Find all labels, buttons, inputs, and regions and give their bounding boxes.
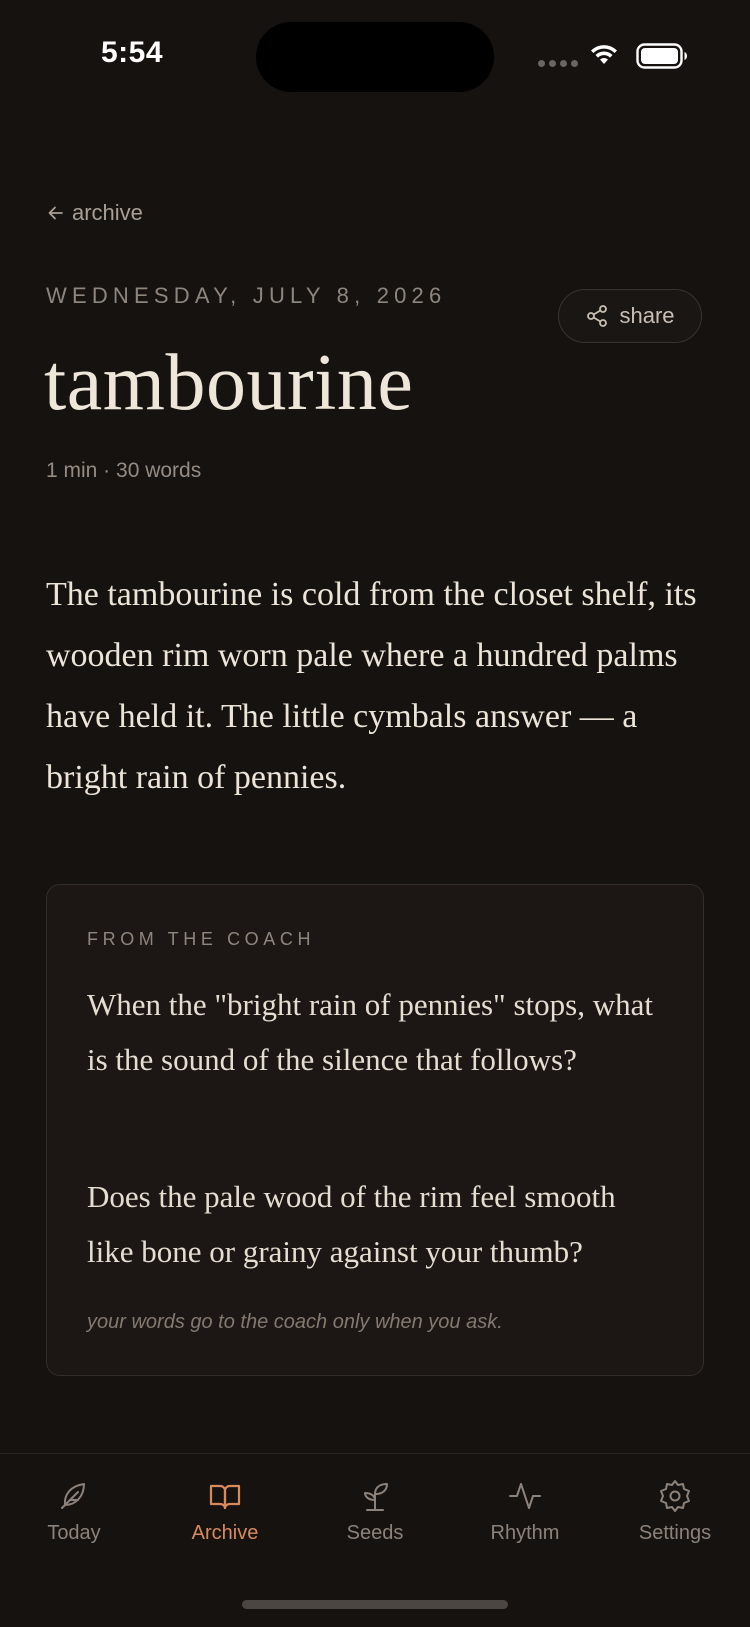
tab-label: Rhythm bbox=[490, 1522, 560, 1544]
pulse-icon bbox=[509, 1483, 541, 1509]
back-link-label: archive bbox=[72, 200, 143, 225]
wifi-icon bbox=[591, 45, 617, 64]
cellular-signal-icon bbox=[538, 60, 578, 67]
tab-label: Today bbox=[47, 1522, 101, 1544]
coach-label: FROM THE COACH bbox=[87, 929, 316, 949]
book-icon bbox=[209, 1484, 241, 1510]
gear-icon bbox=[660, 1480, 690, 1512]
tab-label: Archive bbox=[191, 1522, 259, 1544]
arrow-left-icon bbox=[48, 206, 63, 220]
tab-archive[interactable]: Archive bbox=[155, 1478, 295, 1545]
tab-settings[interactable]: Settings bbox=[605, 1478, 745, 1545]
tab-label: Settings bbox=[638, 1522, 712, 1544]
status-time: 5:54 bbox=[101, 36, 164, 69]
tab-today[interactable]: Today bbox=[4, 1478, 144, 1545]
tab-label: Seeds bbox=[346, 1522, 404, 1544]
share-button-label: share bbox=[619, 303, 675, 328]
tab-seeds[interactable]: Seeds bbox=[305, 1478, 445, 1545]
coach-question: Does the pale wood of the rim feel smoot… bbox=[87, 1179, 616, 1269]
share-icon bbox=[587, 305, 608, 327]
tab-rhythm[interactable]: Rhythm bbox=[455, 1478, 595, 1545]
sprout-icon bbox=[364, 1483, 388, 1511]
home-indicator bbox=[242, 1600, 508, 1609]
share-button[interactable]: share bbox=[558, 289, 702, 343]
battery-icon bbox=[636, 43, 687, 69]
entry-meta: 1 min · 30 words bbox=[46, 459, 202, 482]
dynamic-island bbox=[256, 22, 494, 92]
entry-body: The tambourine is cold from the closet s… bbox=[46, 576, 697, 796]
feather-icon bbox=[61, 1483, 85, 1509]
entry-title: tambourine bbox=[44, 339, 414, 427]
coach-question: When the "bright rain of pennies" stops,… bbox=[87, 987, 653, 1077]
coach-card: FROM THE COACH When the "bright rain of … bbox=[46, 884, 704, 1376]
entry-date: WEDNESDAY, JULY 8, 2026 bbox=[46, 283, 447, 308]
back-to-archive-link[interactable]: archive bbox=[46, 200, 143, 226]
coach-privacy-note: your words go to the coach only when you… bbox=[87, 1311, 503, 1333]
